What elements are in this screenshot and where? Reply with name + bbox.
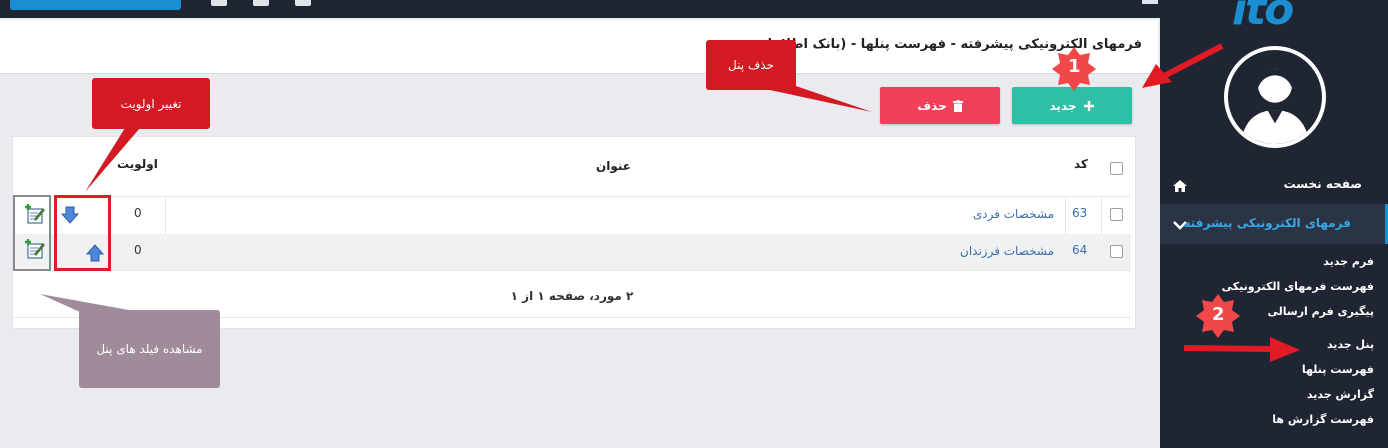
sidebar-item-advanced-forms[interactable]: فرمهای الکترونیکی پیشرفته — [1160, 204, 1388, 244]
logo: ito — [1232, 0, 1294, 35]
submenu-item-new-form[interactable]: فرم جدید — [1174, 253, 1374, 278]
top-toolbar-icon[interactable] — [295, 0, 311, 6]
row-checkbox[interactable] — [1110, 245, 1123, 258]
callout-change-priority: تغییر اولویت — [92, 78, 210, 129]
plus-icon — [1083, 100, 1094, 111]
home-icon — [1173, 180, 1187, 192]
panels-table: کد عنوان اولویت 63 مشخصات فردی 0 64 مشخص… — [12, 136, 1136, 329]
row-priority: 0 — [134, 206, 142, 220]
new-button-label: جدید — [1049, 98, 1077, 113]
row-checkbox[interactable] — [1110, 208, 1123, 221]
row-code-link[interactable]: 63 — [1072, 206, 1087, 220]
top-toolbar-icon[interactable] — [253, 0, 269, 6]
avatar[interactable] — [1224, 46, 1326, 148]
sidebar: ito صفحه نخست فرمهای الکترونیکی پیشرفته … — [1160, 0, 1388, 448]
step-badge-2: 2 — [1212, 304, 1225, 325]
submenu-item-new-report[interactable]: گزارش جدید — [1174, 386, 1374, 411]
sidebar-item-home[interactable]: صفحه نخست — [1160, 170, 1388, 200]
top-action-button[interactable] — [10, 0, 181, 10]
view-fields-highlight-box — [13, 195, 51, 271]
sidebar-item-label: فرمهای الکترونیکی پیشرفته — [1183, 216, 1351, 230]
submenu-item-forms-list[interactable]: فهرست فرمهای الکترونیکی — [1174, 278, 1374, 303]
submenu-item-track-form[interactable]: پیگیری فرم ارسالی — [1174, 303, 1374, 336]
column-header-code[interactable]: کد — [1074, 157, 1088, 171]
sidebar-submenu: فرم جدید فهرست فرمهای الکترونیکی پیگیری … — [1174, 253, 1374, 436]
submenu-item-new-panel[interactable]: پنل جدید — [1174, 336, 1374, 361]
top-bar — [0, 0, 1160, 18]
delete-button-label: حذف — [917, 98, 947, 113]
sidebar-item-label: صفحه نخست — [1283, 177, 1362, 191]
row-code-link[interactable]: 64 — [1072, 243, 1087, 257]
select-all-checkbox[interactable] — [1110, 162, 1123, 175]
row-priority: 0 — [134, 243, 142, 257]
step-badge-1: 1 — [1068, 56, 1081, 77]
user-icon — [1241, 68, 1309, 144]
submenu-item-reports-list[interactable]: فهرست گزارش ها — [1174, 411, 1374, 436]
page-header: فرمهای الکترونیکی پیشرفته - فهرست پنلها … — [0, 20, 1158, 74]
page-title: فرمهای الکترونیکی پیشرفته - فهرست پنلها … — [754, 37, 1142, 52]
callout-delete-panel: حذف پنل — [706, 40, 796, 90]
callout-view-fields: مشاهده فیلد های پنل — [79, 310, 220, 388]
delete-button[interactable]: حذف — [880, 87, 1000, 124]
new-button[interactable]: جدید — [1012, 87, 1132, 124]
trash-icon — [952, 99, 963, 112]
top-toolbar-icon[interactable] — [211, 0, 227, 6]
column-header-title[interactable]: عنوان — [596, 159, 631, 173]
window-corner-icon[interactable] — [1142, 0, 1158, 4]
priority-highlight-box — [54, 195, 111, 271]
row-title-link[interactable]: مشخصات فرزندان — [934, 244, 1054, 258]
column-header-priority[interactable]: اولویت — [117, 157, 158, 171]
submenu-item-panels-list[interactable]: فهرست پنلها — [1174, 361, 1374, 386]
table-row: 64 مشخصات فرزندان 0 — [13, 234, 1131, 270]
row-title-link[interactable]: مشخصات فردی — [954, 207, 1054, 221]
pager-summary: ۲ مورد، صفحه ۱ از ۱ — [510, 289, 634, 303]
